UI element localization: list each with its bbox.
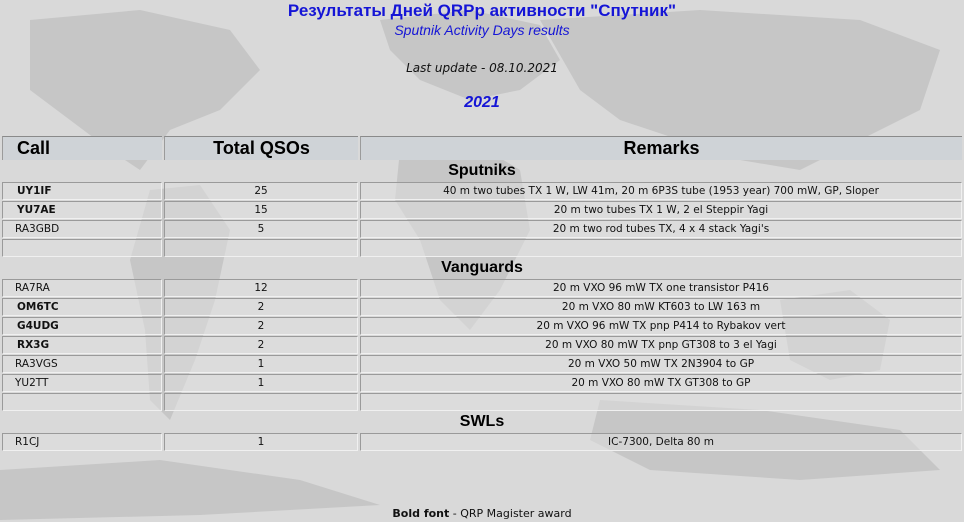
column-header-remarks: Remarks xyxy=(360,136,962,160)
remarks-cell: 20 m VXO 96 mW TX one transistor P416 xyxy=(360,279,962,297)
total-qsos-cell: 1 xyxy=(164,433,358,451)
callsign-cell: UY1IF xyxy=(2,182,162,200)
footer-legend-text: - QRP Magister award xyxy=(449,507,572,520)
table-row: RA7RA 12 20 m VXO 96 mW TX one transistor … xyxy=(2,279,962,297)
total-qsos-cell: 2 xyxy=(164,336,358,354)
callsign-cell: RA3GBD xyxy=(2,220,162,238)
section-title: Vanguards xyxy=(441,259,523,276)
remarks-cell: 20 m two tubes TX 1 W, 2 el Steppir Yagi xyxy=(360,201,962,219)
table-row: OM6TC 2 20 m VXO 80 mW KT603 to LW 163 m xyxy=(2,298,962,316)
results-table: Call Total QSOs Remarks Sputniks UY1IF 25 4… xyxy=(0,135,964,452)
table-row: RX3G 2 20 m VXO 80 mW TX pnp GT308 to 3 el… xyxy=(2,336,962,354)
table-row: R1CJ 1 IC-7300, Delta 80 m xyxy=(2,433,962,451)
total-qsos-cell: 5 xyxy=(164,220,358,238)
table-row: RA3GBD 5 20 m two rod tubes TX, 4 x 4 stac… xyxy=(2,220,962,238)
empty-cell xyxy=(360,239,962,257)
total-qsos-cell: 15 xyxy=(164,201,358,219)
remarks-cell: 20 m VXO 80 mW TX GT308 to GP xyxy=(360,374,962,392)
page-subtitle: Sputnik Activity Days results xyxy=(394,22,570,38)
section-title: SWLs xyxy=(459,413,505,430)
section-header-row: Sputniks xyxy=(2,161,962,181)
column-header-call: Call xyxy=(2,136,162,160)
remarks-cell: 40 m two tubes TX 1 W, LW 41m, 20 m 6P3S… xyxy=(360,182,962,200)
total-qsos-cell: 25 xyxy=(164,182,358,200)
callsign-cell: YU7AE xyxy=(2,201,162,219)
table-row: UY1IF 25 40 m two tubes TX 1 W, LW 41m, 20… xyxy=(2,182,962,200)
remarks-cell: 20 m VXO 50 mW TX 2N3904 to GP xyxy=(360,355,962,373)
callsign-cell: RX3G xyxy=(2,336,162,354)
callsign-cell: RA3VGS xyxy=(2,355,162,373)
remarks-cell: 20 m two rod tubes TX, 4 x 4 stack Yagi'… xyxy=(360,220,962,238)
table-row: RA3VGS 1 20 m VXO 50 mW TX 2N3904 to GP xyxy=(2,355,962,373)
empty-cell xyxy=(2,393,162,411)
table-row: YU2TT 1 20 m VXO 80 mW TX GT308 to GP xyxy=(2,374,962,392)
page-header: Результаты Дней QRPp активности "Спутник… xyxy=(0,0,964,130)
remarks-cell: 20 m VXO 80 mW TX pnp GT308 to 3 el Yagi xyxy=(360,336,962,354)
last-update-text: Last update - 08.10.2021 xyxy=(406,61,558,75)
section-header-row: SWLs xyxy=(2,412,962,432)
callsign-cell: RA7RA xyxy=(2,279,162,297)
callsign-cell: R1CJ xyxy=(2,433,162,451)
empty-row xyxy=(2,239,962,257)
table-row: G4UDG 2 20 m VXO 96 mW TX pnp P414 to Ryba… xyxy=(2,317,962,335)
page-title: Результаты Дней QRPp активности "Спутник… xyxy=(287,1,677,20)
total-qsos-cell: 12 xyxy=(164,279,358,297)
callsign-cell: G4UDG xyxy=(2,317,162,335)
total-qsos-cell: 2 xyxy=(164,298,358,316)
empty-cell xyxy=(164,393,358,411)
remarks-cell: 20 m VXO 96 mW TX pnp P414 to Rybakov ve… xyxy=(360,317,962,335)
total-qsos-cell: 2 xyxy=(164,317,358,335)
remarks-cell: IC-7300, Delta 80 m xyxy=(360,433,962,451)
empty-cell xyxy=(164,239,358,257)
callsign-cell: YU2TT xyxy=(2,374,162,392)
empty-cell xyxy=(2,239,162,257)
results-body: Sputniks UY1IF 25 40 m two tubes TX 1 W, LW… xyxy=(2,161,962,451)
footer-legend: Bold font - QRP Magister award xyxy=(0,507,964,520)
section-title: Sputniks xyxy=(448,162,516,179)
year-heading: 2021 xyxy=(464,94,500,111)
empty-row xyxy=(2,393,962,411)
total-qsos-cell: 1 xyxy=(164,355,358,373)
empty-cell xyxy=(360,393,962,411)
total-qsos-cell: 1 xyxy=(164,374,358,392)
footer-bold-label: Bold font xyxy=(392,507,450,520)
table-row: YU7AE 15 20 m two tubes TX 1 W, 2 el Stepp… xyxy=(2,201,962,219)
remarks-cell: 20 m VXO 80 mW KT603 to LW 163 m xyxy=(360,298,962,316)
table-header-row: Call Total QSOs Remarks xyxy=(2,136,962,160)
section-header-row: Vanguards xyxy=(2,258,962,278)
callsign-cell: OM6TC xyxy=(2,298,162,316)
column-header-total-qsos: Total QSOs xyxy=(164,136,358,160)
